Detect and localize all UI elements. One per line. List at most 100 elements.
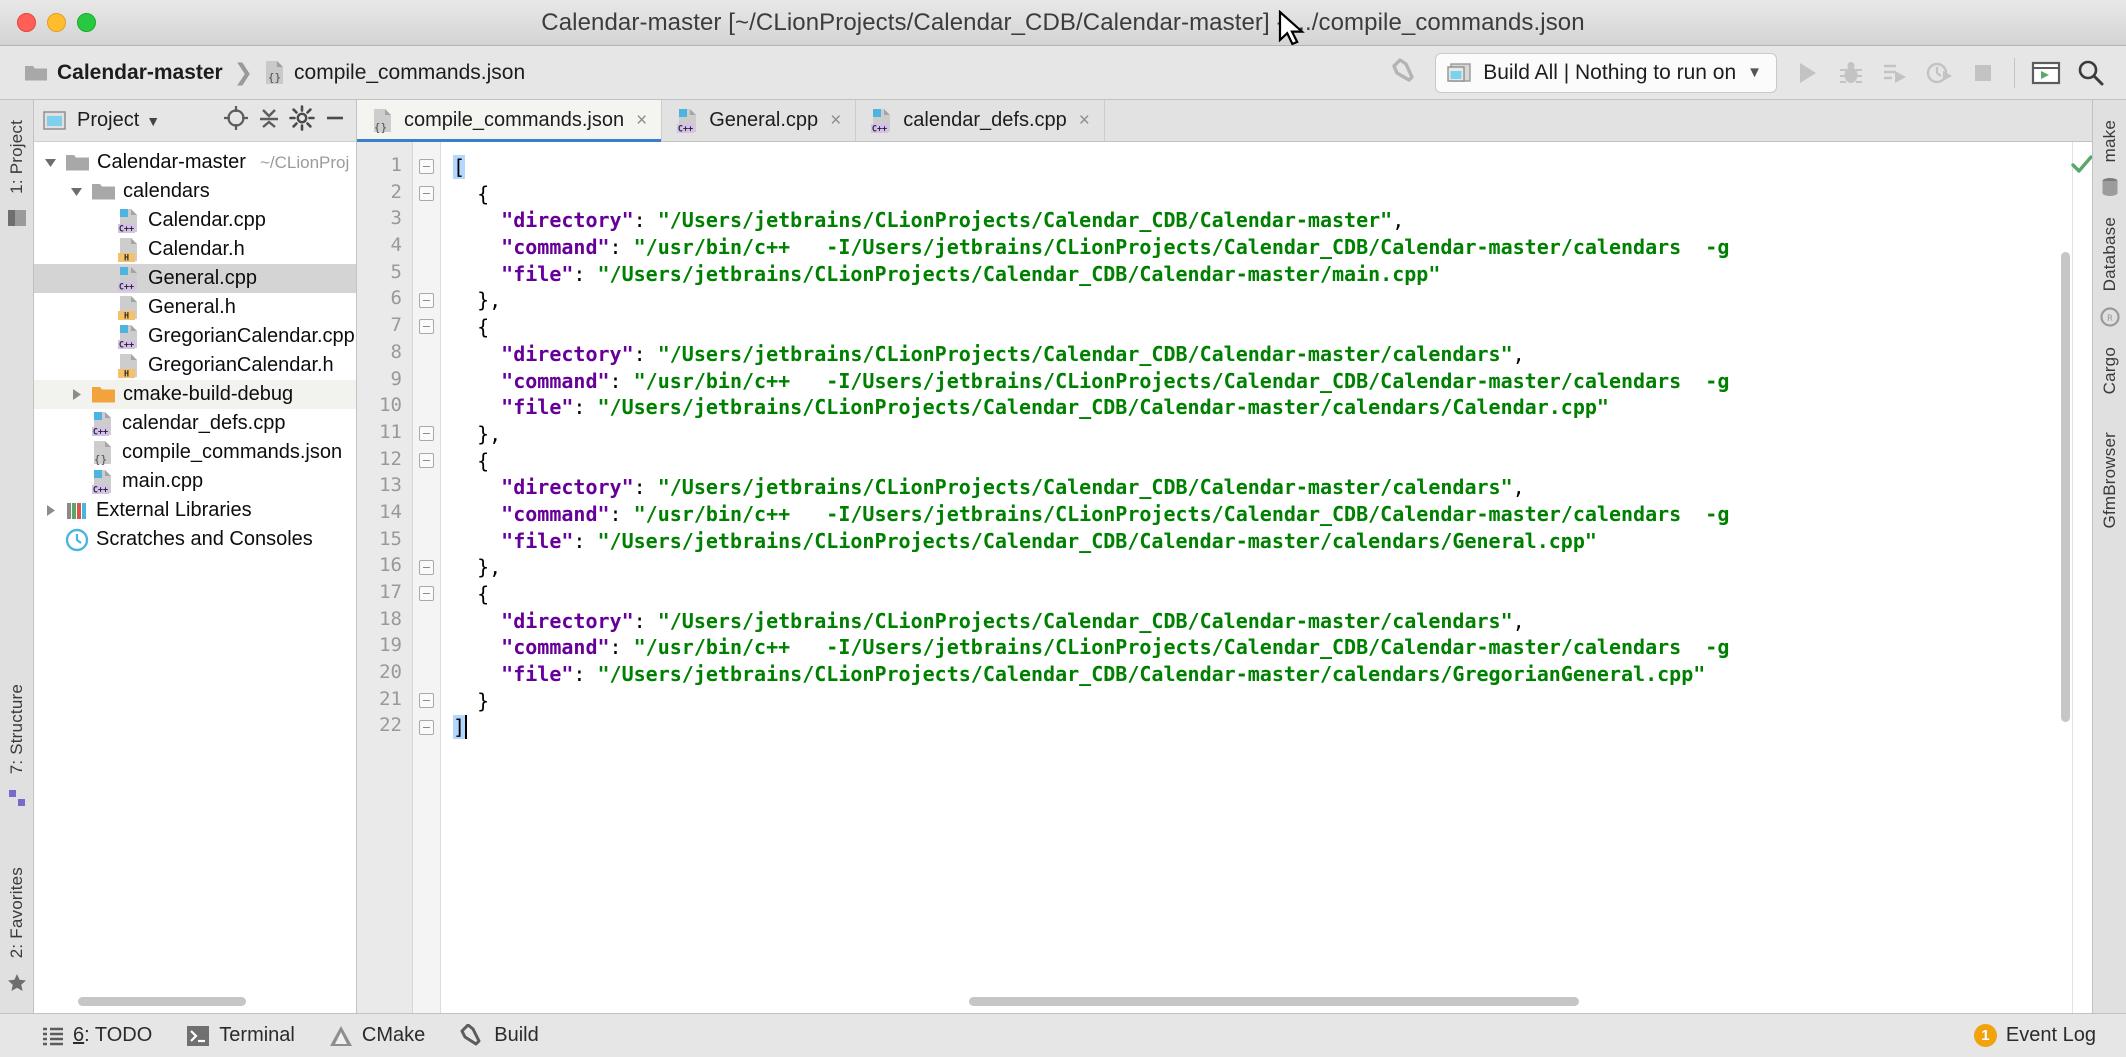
tree-twisty[interactable]	[68, 387, 84, 402]
tab-close-icon[interactable]: ×	[830, 110, 841, 132]
twisty-right-icon[interactable]	[69, 387, 84, 402]
tree-node[interactable]: External Libraries	[34, 496, 356, 525]
collapse-all-icon	[256, 105, 282, 131]
svg-text:H: H	[124, 310, 129, 320]
fold-toggle-icon[interactable]	[419, 453, 434, 468]
panel-settings-button[interactable]	[289, 105, 315, 136]
rail-cargo-tab[interactable]: Cargo	[2100, 341, 2120, 400]
rail-favorites-tab[interactable]: 2: Favorites	[7, 861, 27, 964]
tree-twisty[interactable]	[42, 155, 58, 170]
editor-tab[interactable]: C++calendar_defs.cpp×	[856, 100, 1105, 141]
search-everywhere-button[interactable]	[2068, 53, 2112, 93]
code-line: "command": "/usr/bin/c++ -I/Users/jetbra…	[453, 368, 2072, 395]
tab-close-icon[interactable]: ×	[1079, 110, 1090, 132]
fold-toggle-icon[interactable]	[419, 426, 434, 441]
hide-panel-button[interactable]	[322, 105, 348, 136]
status-todo-shortcut: 6	[73, 1024, 84, 1046]
status-build-label: Build	[494, 1024, 538, 1047]
tree-node[interactable]: C++General.cpp	[34, 264, 356, 293]
profile-button[interactable]	[1917, 53, 1961, 93]
project-tree[interactable]: Calendar-master~/CLionProjcalendarsC++Ca…	[34, 142, 356, 991]
tree-hscrollbar-thumb[interactable]	[78, 997, 246, 1006]
tree-node[interactable]: Calendar-master~/CLionProj	[34, 148, 356, 177]
stop-button[interactable]	[1961, 53, 2005, 93]
tree-node[interactable]: Scratches and Consoles	[34, 525, 356, 554]
fold-toggle-icon[interactable]	[419, 319, 434, 334]
run-configuration-selector[interactable]: Build All | Nothing to run on ▼	[1435, 53, 1777, 93]
left-tool-rail: 1: Project 7: Structure 2: Favorites	[0, 100, 34, 1013]
chevron-down-icon: ▼	[1747, 64, 1762, 81]
fold-toggle-icon[interactable]	[419, 693, 434, 708]
tree-node[interactable]: HGregorianCalendar.h	[34, 351, 356, 380]
tree-twisty[interactable]	[42, 503, 58, 518]
svg-text:C++: C++	[93, 426, 108, 436]
editor-vscrollbar-thumb[interactable]	[2061, 252, 2070, 722]
inspection-ok-icon[interactable]	[2069, 152, 2092, 178]
editor-marker-track[interactable]	[2072, 142, 2092, 1013]
tree-hscrollbar-track[interactable]	[34, 991, 356, 1013]
line-number: 2	[357, 181, 402, 208]
cpp-file-icon: C++	[91, 411, 115, 437]
rail-project-tab[interactable]: 1: Project	[7, 114, 27, 200]
line-number: 5	[357, 261, 402, 288]
breadcrumb-separator: ❯	[232, 59, 255, 86]
tree-node[interactable]: HGeneral.h	[34, 293, 356, 322]
tree-node[interactable]: cmake-build-debug	[34, 380, 356, 409]
editor-tab[interactable]: {}compile_commands.json×	[357, 100, 662, 141]
editor-hscrollbar-thumb[interactable]	[969, 997, 1579, 1006]
attach-process-button[interactable]	[1873, 53, 1917, 93]
rail-favorites-icon	[7, 973, 27, 997]
tree-node[interactable]: C++main.cpp	[34, 467, 356, 496]
status-cmake[interactable]: CMake	[329, 1024, 425, 1047]
tree-node[interactable]: C++Calendar.cpp	[34, 206, 356, 235]
window-title: Calendar-master [~/CLionProjects/Calenda…	[0, 9, 2126, 37]
twisty-down-icon[interactable]	[43, 155, 58, 170]
editor-tabs[interactable]: {}compile_commands.json×C++General.cpp×C…	[357, 100, 2092, 142]
fold-toggle-icon[interactable]	[419, 159, 434, 174]
cpp-file-icon: C++	[117, 208, 141, 234]
status-terminal[interactable]: Terminal	[186, 1024, 295, 1047]
fold-toggle-icon[interactable]	[419, 720, 434, 735]
event-log-count-badge: 1	[1974, 1024, 1997, 1047]
tree-node[interactable]: calendars	[34, 177, 356, 206]
line-number: 18	[357, 608, 402, 635]
tree-node[interactable]: C++calendar_defs.cpp	[34, 409, 356, 438]
project-scope-chevron-icon[interactable]: ▼	[146, 113, 160, 129]
tree-node[interactable]: HCalendar.h	[34, 235, 356, 264]
fold-toggle-icon[interactable]	[419, 186, 434, 201]
code-content[interactable]: [ { "directory": "/Users/jetbrains/CLion…	[441, 142, 2072, 1013]
line-number: 3	[357, 207, 402, 234]
breadcrumb-project[interactable]: Calendar-master	[24, 61, 223, 85]
terminal-button[interactable]	[2024, 53, 2068, 93]
locate-file-button[interactable]	[223, 105, 249, 136]
code-editor[interactable]: 12345678910111213141516171819202122 [ { …	[357, 142, 2092, 1013]
rail-structure-tab[interactable]: 7: Structure	[7, 678, 27, 780]
breadcrumb-file[interactable]: {} compile_commands.json	[264, 60, 525, 85]
twisty-down-icon[interactable]	[69, 184, 84, 199]
tree-node[interactable]: C++GregorianCalendar.cpp	[34, 322, 356, 351]
run-button[interactable]	[1785, 53, 1829, 93]
code-folding-gutter[interactable]	[413, 142, 441, 1013]
debug-button[interactable]	[1829, 53, 1873, 93]
rail-make-tab[interactable]: make	[2100, 114, 2120, 168]
tree-node-icon: C++	[117, 208, 141, 234]
status-event-log[interactable]: 1 Event Log	[1974, 1024, 2096, 1047]
twisty-right-icon[interactable]	[43, 503, 58, 518]
tree-node[interactable]: {}compile_commands.json	[34, 438, 356, 467]
rail-gfmbrowser-tab[interactable]: GfmBrowser	[2100, 426, 2120, 534]
fold-toggle-icon[interactable]	[419, 560, 434, 575]
fold-toggle-icon[interactable]	[419, 293, 434, 308]
status-todo[interactable]: 6: TODO	[42, 1024, 152, 1047]
collapse-all-button[interactable]	[256, 105, 282, 136]
title-bar: Calendar-master [~/CLionProjects/Calenda…	[0, 0, 2126, 46]
status-build[interactable]: Build	[459, 1024, 538, 1048]
fold-toggle-icon[interactable]	[419, 586, 434, 601]
tree-twisty[interactable]	[68, 184, 84, 199]
rail-database-tab[interactable]: Database	[2100, 211, 2120, 297]
build-button[interactable]	[1383, 53, 1427, 93]
editor-tab[interactable]: C++General.cpp×	[662, 100, 856, 141]
scratches-icon	[65, 528, 89, 552]
tab-close-icon[interactable]: ×	[636, 110, 647, 132]
status-todo-label: : TODO	[84, 1024, 152, 1046]
rail-structure-icon	[8, 789, 26, 812]
